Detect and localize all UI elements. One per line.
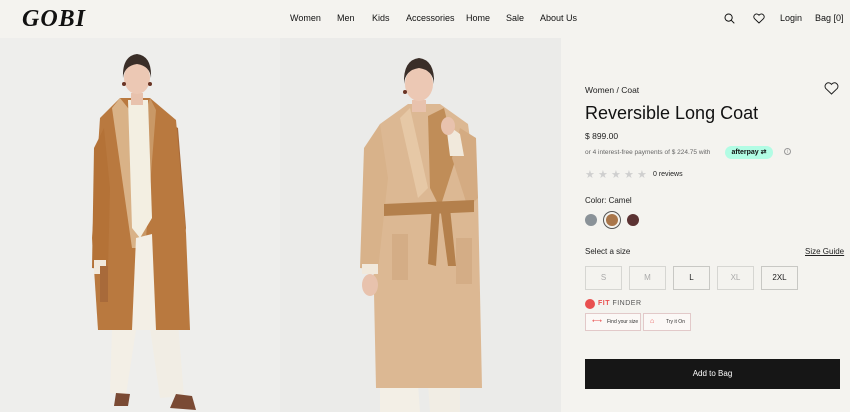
breadcrumb[interactable]: Women / Coat: [585, 85, 639, 95]
reviews-count[interactable]: 0 reviews: [653, 171, 683, 178]
site-header: GOBI Women Men Kids Accessories Home Sal…: [0, 0, 850, 38]
product-image-front[interactable]: [0, 38, 280, 412]
product-price: $ 899.00: [585, 131, 619, 141]
nav-item-accessories[interactable]: Accessories: [406, 13, 455, 23]
size-guide-link[interactable]: Size Guide: [805, 247, 844, 256]
installment-text: or 4 interest-free payments of $ 224.75 …: [585, 149, 711, 156]
fit-finder-brand: FIT: [598, 300, 610, 307]
fit-finder-suffix: FINDER: [612, 300, 642, 307]
star-icon: ★: [624, 169, 634, 181]
add-to-bag-button[interactable]: Add to Bag: [585, 359, 840, 389]
afterpay-arrows-icon: ⇄: [758, 149, 767, 156]
size-label: Select a size: [585, 247, 631, 256]
nav-item-home[interactable]: Home: [466, 13, 490, 23]
login-link[interactable]: Login: [780, 13, 802, 23]
size-xl-button[interactable]: XL: [717, 266, 754, 290]
size-2xl-button[interactable]: 2XL: [761, 266, 798, 290]
info-icon[interactable]: i: [784, 148, 791, 155]
bag-link[interactable]: Bag [0]: [815, 13, 844, 23]
nav-item-sale[interactable]: Sale: [506, 13, 524, 23]
main-nav: Women Men Kids Accessories Home Sale Abo…: [0, 13, 850, 27]
afterpay-badge[interactable]: afterpay ⇄: [725, 146, 773, 159]
product-title: Reversible Long Coat: [585, 103, 759, 123]
size-l-button[interactable]: L: [673, 266, 710, 290]
swatch-camel[interactable]: [606, 214, 618, 226]
product-info-panel: Women / Coat Reversible Long Coat $ 899.…: [561, 38, 850, 412]
star-icon: ★: [611, 169, 621, 181]
star-icon: ★: [637, 169, 647, 181]
afterpay-label: afterpay: [731, 149, 759, 156]
nav-item-kids[interactable]: Kids: [372, 13, 390, 23]
find-your-size-button[interactable]: ⟷ Find your size: [585, 313, 641, 331]
fit-finder-title: FIT FINDER: [598, 300, 642, 307]
try-it-on-label: Try it On: [666, 319, 685, 325]
size-m-button[interactable]: M: [629, 266, 666, 290]
product-image-belted[interactable]: [280, 38, 561, 412]
star-icon: ★: [585, 169, 595, 181]
wishlist-heart-icon[interactable]: [824, 82, 839, 95]
swatch-brown[interactable]: [627, 214, 639, 226]
swatch-grey[interactable]: [585, 214, 597, 226]
star-icon: ★: [598, 169, 608, 181]
heart-icon[interactable]: [753, 13, 765, 24]
nav-item-women[interactable]: Women: [290, 13, 321, 23]
color-label: Color: Camel: [585, 196, 632, 205]
nav-item-about-us[interactable]: About Us: [540, 13, 577, 23]
model-photo-open-coat: [92, 54, 196, 410]
fit-finder-logo-icon: [585, 299, 595, 309]
ruler-icon: ⟷: [592, 318, 603, 325]
nav-item-men[interactable]: Men: [337, 13, 355, 23]
model-photo-belted-coat: [360, 58, 482, 412]
size-s-button[interactable]: S: [585, 266, 622, 290]
hanger-icon: ⌂: [650, 318, 655, 325]
search-icon[interactable]: [724, 13, 735, 24]
find-your-size-label: Find your size: [607, 319, 639, 325]
try-it-on-button[interactable]: ⌂ Try it On: [643, 313, 691, 331]
